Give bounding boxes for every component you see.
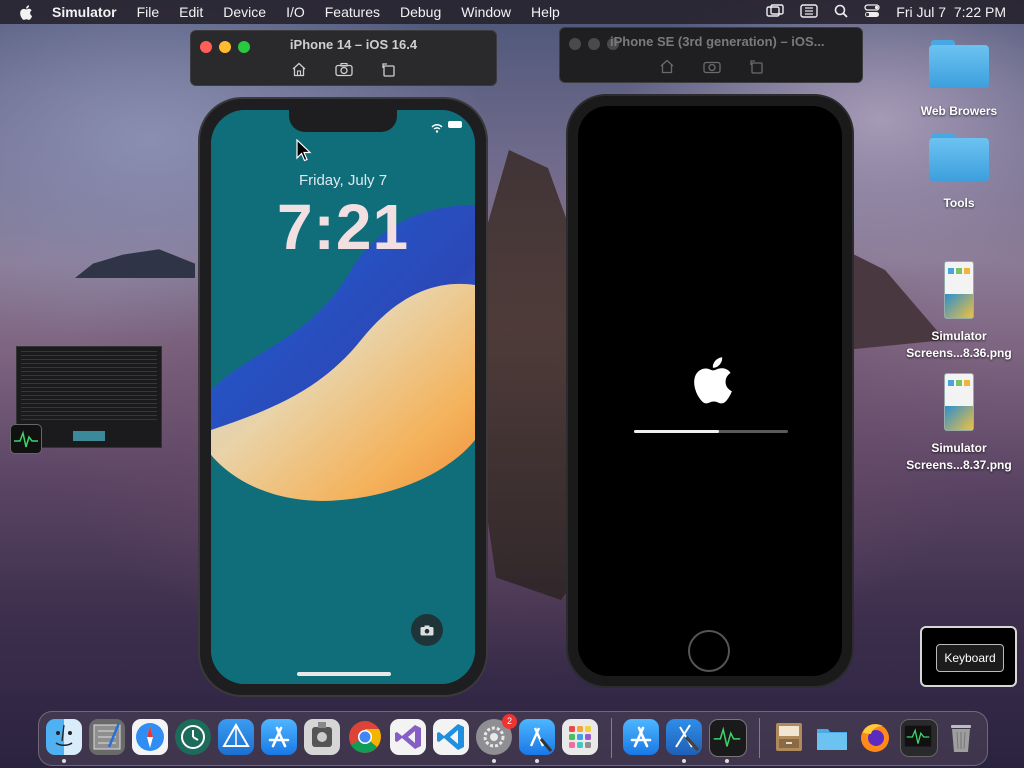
running-indicator bbox=[62, 759, 66, 763]
notification-badge: 2 bbox=[502, 714, 517, 729]
activity-monitor-icon[interactable] bbox=[709, 719, 747, 757]
simulator-title: iPhone SE (3rd generation) – iOS... bbox=[610, 34, 825, 49]
folder-icon bbox=[929, 40, 989, 88]
visual-studio-icon[interactable] bbox=[390, 719, 426, 755]
menubar-clock[interactable]: Fri Jul 7 7:22 PM bbox=[896, 4, 1006, 20]
mouse-pointer-icon bbox=[296, 138, 312, 168]
launchpad-icon[interactable] bbox=[562, 719, 598, 755]
desktop-folder-web-browsers[interactable]: Web Browers bbox=[904, 40, 1014, 118]
desktop-icon-label: Screens...8.37.png bbox=[906, 458, 1012, 472]
lock-screen-camera-button[interactable] bbox=[411, 614, 443, 646]
firefox-icon[interactable] bbox=[857, 719, 893, 755]
menu-file[interactable]: File bbox=[137, 4, 160, 20]
running-indicator bbox=[725, 759, 729, 763]
trash-icon[interactable] bbox=[943, 719, 979, 755]
rotate-icon[interactable] bbox=[381, 62, 396, 82]
finder-icon[interactable] bbox=[46, 719, 82, 755]
running-indicator bbox=[535, 759, 539, 763]
battery-icon bbox=[448, 121, 462, 128]
script-editor-icon[interactable] bbox=[89, 719, 125, 755]
home-icon[interactable] bbox=[291, 62, 307, 82]
screenshot-thumbnail-icon bbox=[944, 261, 974, 319]
iphonese-boot-screen bbox=[578, 106, 842, 676]
screenshot-camera-icon[interactable] bbox=[702, 59, 721, 79]
wallpaper-island bbox=[75, 249, 195, 278]
xcode-icon[interactable] bbox=[666, 719, 702, 755]
rotate-icon[interactable] bbox=[749, 59, 764, 79]
apple-menu-icon[interactable] bbox=[18, 4, 38, 21]
app-store-icon[interactable] bbox=[623, 719, 659, 755]
desktop-icon-label: Tools bbox=[943, 196, 975, 210]
running-indicator bbox=[682, 759, 686, 763]
wifi-icon bbox=[431, 120, 443, 138]
menu-io[interactable]: I/O bbox=[286, 4, 305, 20]
menu-device[interactable]: Device bbox=[223, 4, 266, 20]
desktop-icon-label: Simulator bbox=[931, 329, 987, 343]
menu-help[interactable]: Help bbox=[531, 4, 560, 20]
desktop-file-simulator-screenshot-1[interactable]: Simulator Screens...8.36.png bbox=[904, 261, 1014, 360]
archive-drawer-icon[interactable] bbox=[771, 719, 807, 755]
time-machine-icon[interactable] bbox=[175, 719, 211, 755]
home-button[interactable] bbox=[688, 630, 730, 672]
simulator-window-iphonese-titlebar[interactable]: iPhone SE (3rd generation) – iOS... bbox=[559, 27, 863, 83]
keyboard-button[interactable]: Keyboard bbox=[936, 644, 1004, 672]
display-icon[interactable] bbox=[800, 3, 818, 21]
menu-window[interactable]: Window bbox=[461, 4, 511, 20]
cpu-graph bbox=[73, 431, 105, 441]
spotlight-search-icon[interactable] bbox=[834, 4, 848, 21]
iphonese-device-frame bbox=[566, 94, 854, 688]
chrome-icon[interactable] bbox=[347, 719, 383, 755]
home-icon[interactable] bbox=[659, 59, 675, 79]
folder-icon bbox=[929, 133, 989, 181]
dynamic-island-notch bbox=[289, 110, 397, 132]
iphone14-lock-screen[interactable]: Friday, July 7 7:21 bbox=[211, 110, 475, 684]
app-store-icon[interactable] bbox=[261, 719, 297, 755]
menu-debug[interactable]: Debug bbox=[400, 4, 441, 20]
menu-edit[interactable]: Edit bbox=[179, 4, 203, 20]
activity-monitor-window-icon[interactable] bbox=[900, 719, 938, 757]
menu-bar: Simulator File Edit Device I/O Features … bbox=[0, 0, 1024, 24]
dock-separator bbox=[611, 718, 612, 758]
running-indicator bbox=[492, 759, 496, 763]
downloads-folder-icon[interactable] bbox=[814, 719, 850, 755]
home-indicator[interactable] bbox=[297, 672, 391, 676]
desktop-icon-label: Simulator bbox=[931, 441, 987, 455]
desktop-folder-tools[interactable]: Tools bbox=[904, 133, 1014, 210]
iphone14-device-frame: Friday, July 7 7:21 bbox=[198, 97, 488, 697]
apple-logo-icon bbox=[688, 352, 734, 413]
safari-icon[interactable] bbox=[132, 719, 168, 755]
desktop-icon-label: Screens...8.36.png bbox=[906, 346, 1012, 360]
menu-features[interactable]: Features bbox=[325, 4, 380, 20]
control-center-icon[interactable] bbox=[864, 3, 880, 21]
simulator-window-iphone14-titlebar[interactable]: iPhone 14 – iOS 16.4 bbox=[190, 30, 497, 86]
vscode-icon[interactable] bbox=[433, 719, 469, 755]
screenshot-thumbnail-icon bbox=[944, 373, 974, 431]
process-table-rows bbox=[21, 351, 157, 421]
keyboard-viewer-panel: Keyboard bbox=[920, 626, 1017, 687]
lock-screen-time: 7:21 bbox=[276, 191, 410, 263]
activity-monitor-badge-icon bbox=[10, 424, 42, 454]
instruments-icon[interactable] bbox=[218, 719, 254, 755]
boot-progress-fill bbox=[634, 430, 719, 433]
simulator-title: iPhone 14 – iOS 16.4 bbox=[289, 37, 418, 52]
dock-separator bbox=[759, 718, 760, 758]
system-information-icon[interactable] bbox=[304, 719, 340, 755]
desktop-icon-label: Web Browers bbox=[920, 104, 998, 118]
screen-mirroring-icon[interactable] bbox=[766, 3, 784, 21]
dock: 2 bbox=[38, 711, 988, 766]
system-settings-icon[interactable]: 2 bbox=[476, 714, 517, 755]
xcode-app-store-icon[interactable] bbox=[519, 719, 555, 755]
lock-screen-date: Friday, July 7 bbox=[298, 172, 388, 189]
desktop-file-simulator-screenshot-2[interactable]: Simulator Screens...8.37.png bbox=[904, 373, 1014, 472]
screenshot-camera-icon[interactable] bbox=[335, 62, 353, 82]
menu-app-name[interactable]: Simulator bbox=[52, 4, 117, 20]
boot-progress-bar bbox=[634, 430, 788, 433]
